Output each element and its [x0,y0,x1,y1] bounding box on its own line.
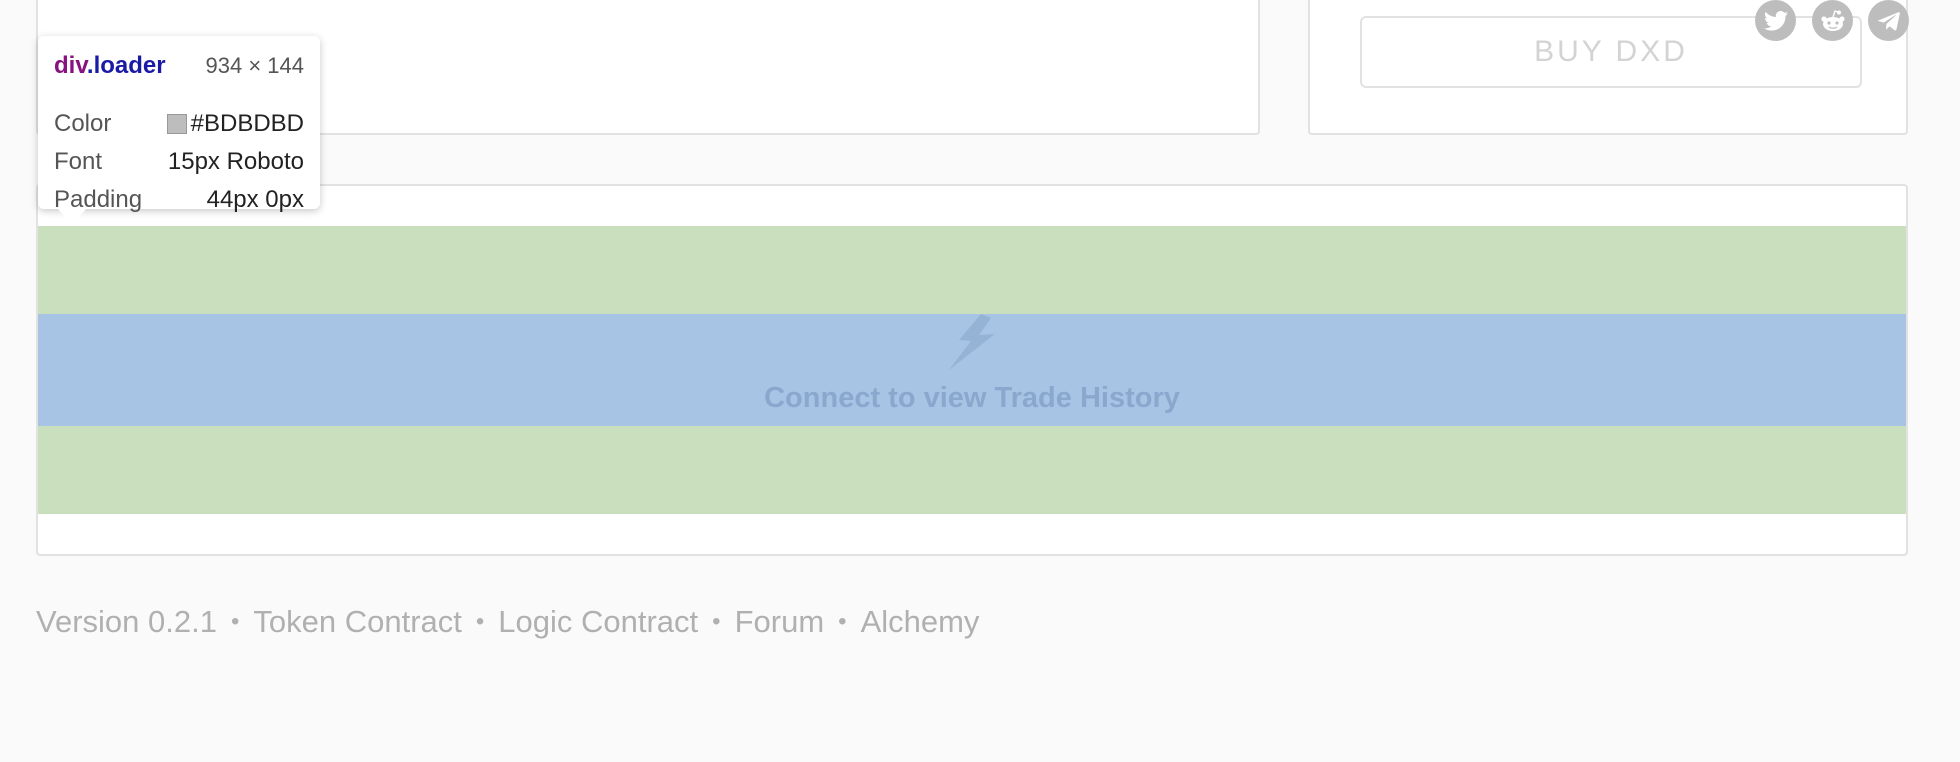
version-label: Version 0.2.1 [36,604,217,639]
tooltip-class: .loader [86,52,166,79]
forum-link[interactable]: Forum [735,604,825,640]
footer: Version 0.2.1 • Token Contract • Logic C… [36,604,979,640]
tooltip-row-value: #BDBDBD [166,110,304,138]
tooltip-arrow [58,209,86,225]
footer-separator: • [712,608,721,635]
inspector-tooltip: div.loader 934 × 144 Color #BDBDBD Font … [38,36,320,225]
tooltip-element-name: div.loader [54,52,166,80]
footer-separator: • [230,608,240,635]
loader-content: Connect to view Trade History [38,314,1906,426]
tooltip-tag: div [54,52,87,79]
tooltip-row-label: Font [54,148,103,175]
tooltip-row-label: Color [54,110,112,137]
tooltip-row-value: 15px Roboto [167,148,304,175]
lightning-bolt-icon [949,314,995,370]
loader-message: Connect to view Trade History [764,382,1180,414]
twitter-icon[interactable] [1755,0,1796,41]
color-swatch [166,114,187,134]
logic-contract-link[interactable]: Logic Contract [498,604,698,640]
tooltip-element-size: 934 × 144 [205,53,304,78]
tooltip-row-value: 44px 0px [206,186,304,213]
footer-separator: • [838,608,847,635]
alchemy-link[interactable]: Alchemy [861,604,980,640]
tooltip-row-padding: Padding 44px 0px [54,186,304,214]
footer-separator: • [475,608,485,635]
reddit-icon[interactable] [1812,0,1853,41]
tooltip-row-color: Color #BDBDBD [54,110,304,138]
token-contract-link[interactable]: Token Contract [253,604,462,640]
loader: Connect to view Trade History [38,226,1906,514]
tooltip-header: div.loader 934 × 144 [54,52,304,80]
telegram-icon[interactable] [1868,0,1909,41]
tooltip-color-value: #BDBDBD [190,110,304,137]
tooltip-row-font: Font 15px Roboto [54,148,304,176]
trade-history-panel: Connect to view Trade History [36,184,1908,556]
